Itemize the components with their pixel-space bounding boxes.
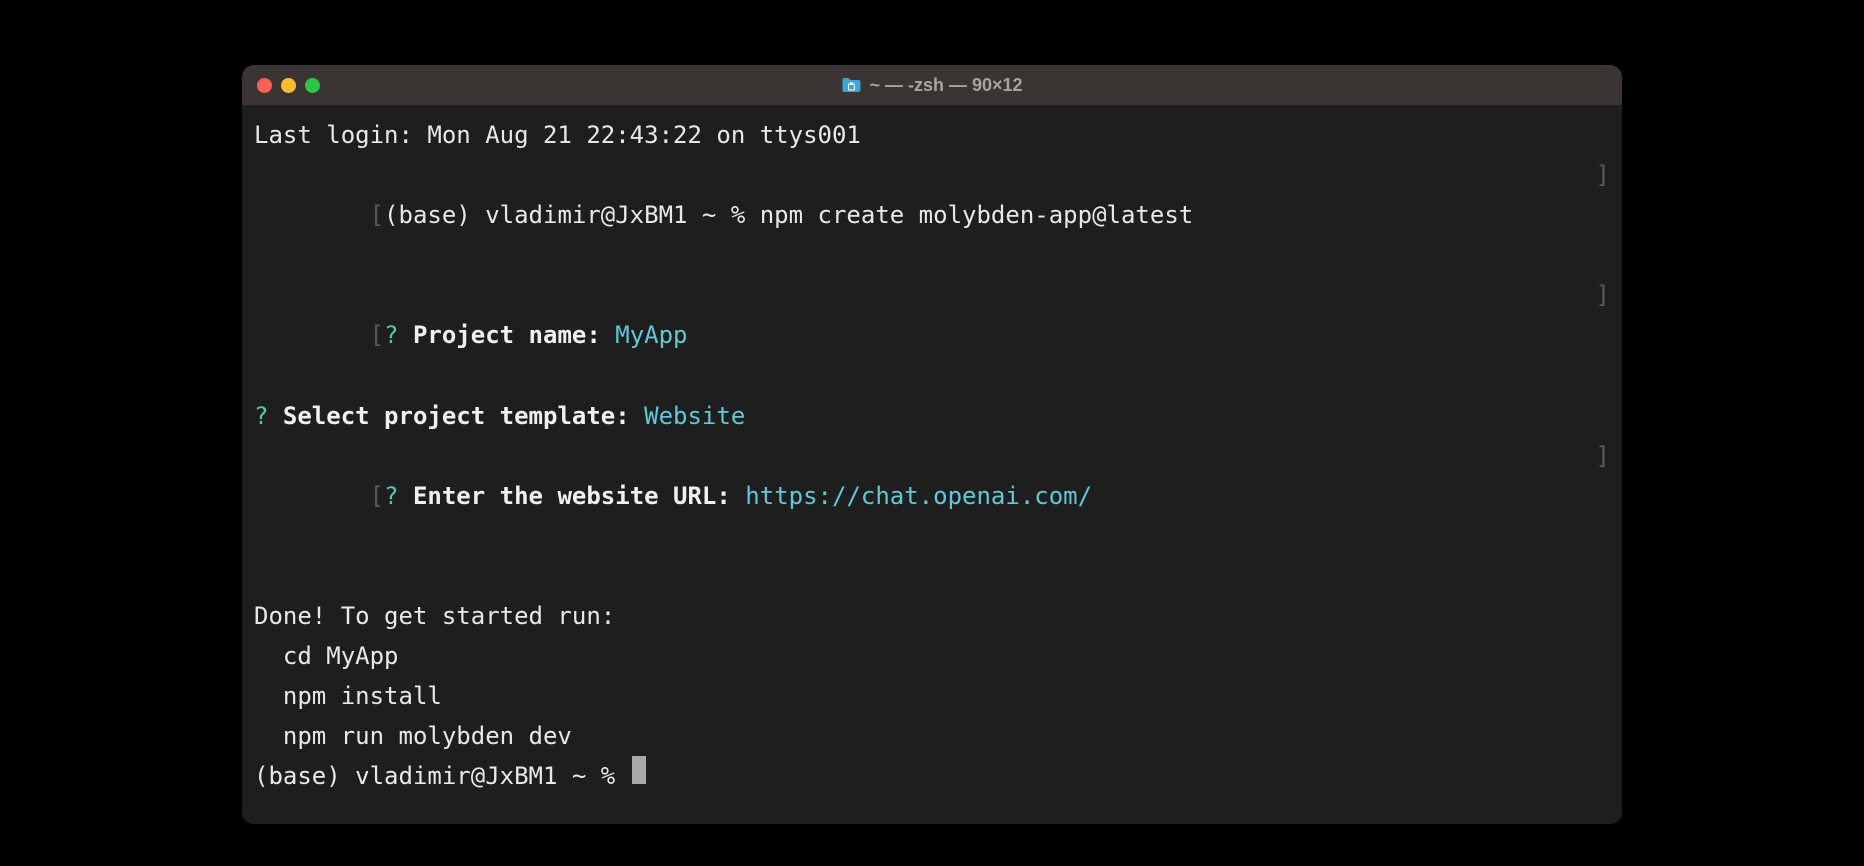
project-name-label: Project name: (399, 321, 601, 349)
command-line-1: [(base) vladimir@JxBM1 ~ % npm create mo… (254, 155, 1610, 275)
bracket-open: [ (370, 482, 384, 510)
question-mark-icon: ? (384, 482, 398, 510)
step-1-text: cd MyApp (254, 636, 399, 676)
bracket-close: ] (1596, 155, 1610, 195)
close-button[interactable] (257, 78, 272, 93)
bracket-close: ] (1596, 436, 1610, 476)
maximize-button[interactable] (305, 78, 320, 93)
step-3-text: npm run molybden dev (254, 716, 572, 756)
shell-prompt-1: (base) vladimir@JxBM1 ~ % (384, 201, 760, 229)
prompt-project-name: [? Project name: MyApp ] (254, 275, 1610, 395)
command-line-2: (base) vladimir@JxBM1 ~ % (254, 756, 1610, 796)
bracket-open: [ (370, 201, 384, 229)
home-folder-icon (841, 77, 861, 93)
step-2-text: npm install (254, 676, 442, 716)
minimize-button[interactable] (281, 78, 296, 93)
bracket-close: ] (1596, 275, 1610, 315)
template-value: Website (630, 396, 746, 436)
question-mark-icon: ? (254, 396, 268, 436)
last-login-line: Last login: Mon Aug 21 22:43:22 on ttys0… (254, 115, 1610, 155)
url-label: Enter the website URL: (399, 482, 731, 510)
template-label: Select project template: (268, 396, 629, 436)
step-line-2: npm install (254, 676, 1610, 716)
done-line: Done! To get started run: (254, 596, 1610, 636)
terminal-body[interactable]: Last login: Mon Aug 21 22:43:22 on ttys0… (242, 105, 1622, 824)
blank-line (254, 556, 1610, 596)
question-mark-icon: ? (384, 321, 398, 349)
cursor-block-icon (632, 756, 646, 784)
bracket-open: [ (370, 321, 384, 349)
terminal-window: ~ — -zsh — 90×12 Last login: Mon Aug 21 … (242, 65, 1622, 824)
step-line-1: cd MyApp (254, 636, 1610, 676)
window-title-group: ~ — -zsh — 90×12 (841, 75, 1022, 96)
command-text-1: npm create molybden-app@latest (760, 201, 1193, 229)
blank-text (254, 556, 268, 596)
prompt-template: ? Select project template: Website (254, 396, 1610, 436)
project-name-value: MyApp (601, 321, 688, 349)
last-login-text: Last login: Mon Aug 21 22:43:22 on ttys0… (254, 115, 861, 155)
url-value: https://chat.openai.com/ (731, 482, 1092, 510)
done-text: Done! To get started run: (254, 596, 615, 636)
title-bar[interactable]: ~ — -zsh — 90×12 (242, 65, 1622, 105)
shell-prompt-2: (base) vladimir@JxBM1 ~ % (254, 756, 630, 796)
step-line-3: npm run molybden dev (254, 716, 1610, 756)
prompt-url: [? Enter the website URL: https://chat.o… (254, 436, 1610, 556)
window-title: ~ — -zsh — 90×12 (869, 75, 1022, 96)
traffic-lights (257, 78, 320, 93)
